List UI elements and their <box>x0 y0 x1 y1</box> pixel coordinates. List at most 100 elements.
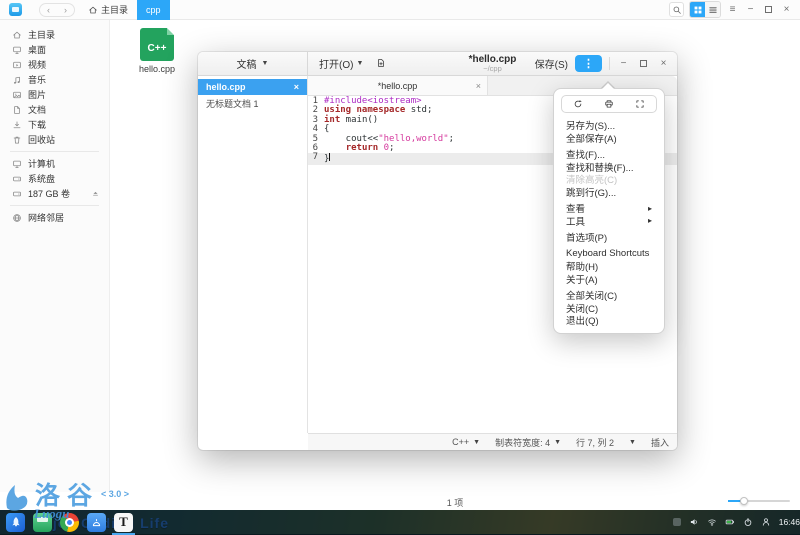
menu-item-退出(Q)[interactable]: 退出(Q) <box>554 314 664 327</box>
insert-mode-indicator[interactable]: 插入 <box>651 436 669 449</box>
breadcrumb[interactable]: 主目录 <box>88 3 128 16</box>
menu-item-Keyboard Shortcuts[interactable]: Keyboard Shortcuts <box>554 248 664 261</box>
disk-icon <box>12 174 22 184</box>
insert-mode-label: 插入 <box>651 436 669 449</box>
editor-maximize-button[interactable] <box>637 56 650 71</box>
eject-icon[interactable] <box>91 189 100 198</box>
menu-item-关闭(C)[interactable]: 关闭(C) <box>554 302 664 315</box>
sidebar-item-187 GB 卷[interactable]: 187 GB 卷 <box>0 186 109 201</box>
sidebar-item-回收站[interactable]: 回收站 <box>0 132 109 147</box>
power-icon[interactable] <box>743 517 753 527</box>
language-selector[interactable]: C++ ▼ <box>452 437 480 447</box>
menu-item-帮助(H)[interactable]: 帮助(H) <box>554 260 664 273</box>
menu-item-首选项(P)[interactable]: 首选项(P) <box>554 231 664 244</box>
downloads-icon <box>12 120 22 130</box>
taskbar-app-launcher[interactable] <box>6 513 25 532</box>
search-icon <box>672 5 682 15</box>
fullscreen-button[interactable] <box>630 96 650 112</box>
sidebar-item-图片[interactable]: 图片 <box>0 87 109 102</box>
submenu-arrow-icon: ▸ <box>648 204 652 213</box>
tab-width-selector[interactable]: 制表符宽度: 4 ▼ <box>495 436 561 449</box>
home-icon <box>88 5 98 15</box>
text-editor-glyph: T <box>119 514 128 530</box>
sidebar-item-系统盘[interactable]: 系统盘 <box>0 171 109 186</box>
search-button[interactable] <box>669 2 684 17</box>
cpp-file-icon: C++ <box>140 28 174 61</box>
documents-panel-selector[interactable]: 文稿 ▼ <box>198 52 308 75</box>
menu-item-查找和替换(F)...[interactable]: 查找和替换(F)... <box>554 161 664 174</box>
item-count-label: 1 项 <box>110 496 800 509</box>
header-separator <box>609 57 610 70</box>
sidebar-item-主目录[interactable]: 主目录 <box>0 27 109 42</box>
new-document-icon <box>376 58 386 68</box>
print-button[interactable] <box>599 96 619 112</box>
icon-size-slider[interactable] <box>728 500 790 502</box>
tab-hello-cpp[interactable]: *hello.cpp × <box>308 76 488 95</box>
line-number: 7 <box>308 153 321 164</box>
fm-close-button[interactable]: × <box>780 2 793 17</box>
token-kw: return <box>346 143 379 153</box>
sidebar-item-label: 图片 <box>28 88 46 101</box>
wifi-icon[interactable] <box>707 517 717 527</box>
slider-knob[interactable] <box>740 497 748 505</box>
menu-item-工具[interactable]: 工具▸ <box>554 215 664 228</box>
menu-item-label: 跳到行(G)... <box>566 185 616 199</box>
tab-close-icon[interactable]: × <box>476 81 481 91</box>
taskbar-app-browser[interactable] <box>60 513 79 532</box>
hamburger-menu-button[interactable]: ⋮ <box>575 55 602 72</box>
taskbar-app-text-editor[interactable]: T <box>114 513 133 532</box>
back-icon[interactable]: ‹ <box>47 5 50 15</box>
taskbar-app-file-manager[interactable] <box>33 513 52 532</box>
open-button[interactable]: 打开(O) ▼ <box>319 56 363 71</box>
menu-item-查找(F)...[interactable]: 查找(F)... <box>554 148 664 161</box>
taskbar-app-app-store[interactable] <box>87 513 106 532</box>
list-view-button[interactable] <box>705 2 720 17</box>
editor-close-button[interactable]: × <box>657 56 670 71</box>
menu-item-全部关闭(C)[interactable]: 全部关闭(C) <box>554 289 664 302</box>
goto-line-dropdown[interactable]: ▼ <box>629 439 636 446</box>
fm-maximize-button[interactable] <box>762 2 775 17</box>
close-icon[interactable]: × <box>294 82 299 92</box>
sidebar-item-label: 187 GB 卷 <box>28 187 70 200</box>
breadcrumb-home-label[interactable]: 主目录 <box>101 3 128 16</box>
new-document-button[interactable] <box>376 55 386 73</box>
system-tray <box>673 517 771 527</box>
document-list-item-hello.cpp[interactable]: hello.cpp× <box>198 79 307 95</box>
sidebar-item-计算机[interactable]: 计算机 <box>0 156 109 171</box>
print-icon <box>604 99 614 109</box>
menu-item-关于(A)[interactable]: 关于(A) <box>554 273 664 286</box>
reload-button[interactable] <box>568 96 588 112</box>
file-name-label: hello.cpp <box>124 64 190 74</box>
tray-box-icon[interactable] <box>673 518 681 526</box>
save-button[interactable]: 保存(S) <box>535 56 568 71</box>
document-list-item-无标题文档 1[interactable]: 无标题文档 1 <box>198 95 307 111</box>
menu-item-另存为(S)...[interactable]: 另存为(S)... <box>554 119 664 132</box>
menu-item-label: 全部保存(A) <box>566 131 617 145</box>
file-item-hello-cpp[interactable]: C++ hello.cpp <box>124 28 190 74</box>
sidebar-item-网络邻居[interactable]: 网络邻居 <box>0 210 109 225</box>
menu-item-跳到行(G)...[interactable]: 跳到行(G)... <box>554 186 664 199</box>
music-icon <box>12 75 22 85</box>
volume-icon[interactable] <box>689 517 699 527</box>
clock[interactable]: 16:46 <box>779 517 800 527</box>
grid-view-button[interactable] <box>690 2 705 17</box>
sidebar-item-视频[interactable]: 视频 <box>0 57 109 72</box>
sidebar-item-下载[interactable]: 下载 <box>0 117 109 132</box>
path-tab-cpp[interactable]: cpp <box>137 0 170 20</box>
forward-icon[interactable]: › <box>64 5 67 15</box>
sidebar-item-桌面[interactable]: 桌面 <box>0 42 109 57</box>
fm-minimize-button[interactable]: − <box>744 2 757 17</box>
menu-arrow <box>601 83 615 90</box>
grid-view-icon <box>693 5 703 15</box>
sidebar-item-文档[interactable]: 文档 <box>0 102 109 117</box>
fm-menu-button[interactable]: ≡ <box>726 2 739 17</box>
home-icon <box>12 30 22 40</box>
editor-minimize-button[interactable]: − <box>617 56 630 71</box>
battery-icon[interactable] <box>725 517 735 527</box>
menu-item-全部保存(A)[interactable]: 全部保存(A) <box>554 132 664 145</box>
cursor-position[interactable]: 行 7, 列 2 <box>576 436 614 449</box>
menu-item-查看[interactable]: 查看▸ <box>554 202 664 215</box>
sidebar-item-音乐[interactable]: 音乐 <box>0 72 109 87</box>
documents-icon <box>12 105 22 115</box>
user-icon[interactable] <box>761 517 771 527</box>
